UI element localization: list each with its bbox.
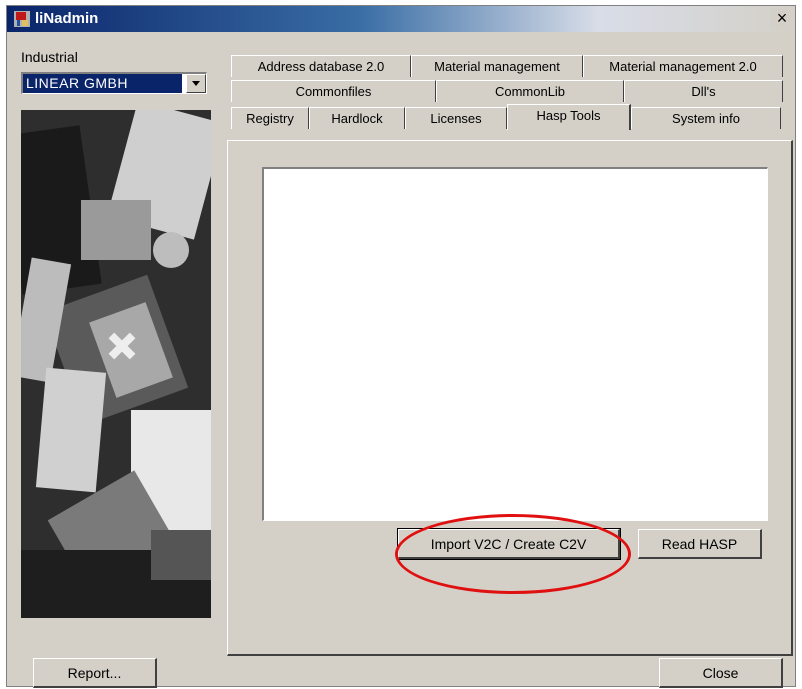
tab-row-1: Address database 2.0 Material management… [231, 55, 783, 77]
tab-address-database-2[interactable]: Address database 2.0 [231, 55, 411, 77]
window-title: liNadmin [35, 10, 99, 27]
decorative-image [21, 110, 211, 618]
tab-material-management[interactable]: Material management [411, 55, 583, 77]
app-window: liNadmin × Industrial LINEAR GMBH Addres… [6, 5, 796, 688]
tab-material-management-2[interactable]: Material management 2.0 [583, 55, 783, 77]
import-v2c-create-c2v-button[interactable]: Import V2C / Create C2V [397, 528, 621, 560]
report-button[interactable]: Report... [33, 658, 157, 688]
tab-system-info[interactable]: System info [631, 107, 781, 129]
close-button[interactable]: Close [659, 658, 783, 688]
tab-dlls[interactable]: Dll's [624, 80, 783, 102]
hasp-output-area[interactable] [262, 167, 768, 521]
read-hasp-button[interactable]: Read HASP [638, 529, 762, 559]
company-select-value: LINEAR GMBH [23, 74, 182, 93]
tab-commonfiles[interactable]: Commonfiles [231, 80, 436, 102]
app-icon [14, 11, 30, 27]
chevron-down-icon[interactable] [186, 74, 206, 93]
company-select[interactable]: LINEAR GMBH [21, 72, 207, 94]
tab-registry[interactable]: Registry [231, 107, 309, 129]
tab-row-3: Registry Hardlock Licenses Hasp Tools Sy… [231, 104, 781, 130]
tab-hardlock[interactable]: Hardlock [309, 107, 405, 129]
industrial-label: Industrial [21, 49, 78, 65]
tab-hasp-tools[interactable]: Hasp Tools [507, 104, 631, 130]
close-icon[interactable]: × [771, 8, 793, 30]
hasp-tools-panel: Import V2C / Create C2V Read HASP [227, 140, 793, 656]
title-bar[interactable]: liNadmin × [7, 6, 795, 32]
tab-row-2: Commonfiles CommonLib Dll's [231, 80, 783, 102]
tab-licenses[interactable]: Licenses [405, 107, 507, 129]
tab-commonlib[interactable]: CommonLib [436, 80, 624, 102]
